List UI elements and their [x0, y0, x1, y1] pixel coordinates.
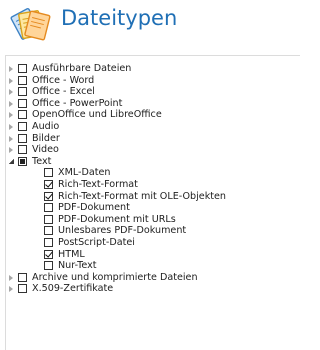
files-icon	[10, 8, 51, 41]
tree-item-label: Rich-Text-Format mit OLE-Objekten	[58, 190, 227, 202]
tree-item-pdf-unreadable[interactable]: Unlesbares PDF-Dokument	[6, 225, 296, 237]
tree-item-openoffice[interactable]: OpenOffice und LibreOffice	[6, 109, 296, 121]
collapse-arrow-icon[interactable]	[9, 158, 14, 164]
tree-item-x509[interactable]: X.509-Zertifikate	[6, 283, 296, 295]
tree-item-label: Unlesbares PDF-Dokument	[58, 225, 187, 237]
checkbox-plaintext[interactable]	[44, 261, 53, 271]
tree-item-office-word[interactable]: Office - Word	[6, 75, 296, 87]
checkbox-archives[interactable]	[18, 272, 27, 282]
tree-item-pdf[interactable]: PDF-Dokument	[6, 202, 296, 214]
page-title: Dateitypen	[61, 6, 178, 30]
checkbox-office-word[interactable]	[18, 75, 27, 85]
file-type-tree: Ausführbare Dateien Office - Word Office -…	[6, 63, 296, 295]
tree-item-label: Office - Word	[32, 74, 95, 86]
tree-item-video[interactable]: Video	[6, 144, 296, 156]
tree-item-archives[interactable]: Archive und komprimierte Dateien	[6, 272, 296, 284]
expand-arrow-icon[interactable]	[9, 123, 13, 130]
checkbox-rtf[interactable]	[44, 179, 53, 189]
checkbox-executables[interactable]	[18, 64, 27, 73]
tree-item-label: PostScript-Datei	[58, 236, 135, 248]
file-type-tree-panel: Ausführbare Dateien Office - Word Office -…	[5, 55, 300, 350]
tree-item-label: Office - Excel	[32, 86, 95, 98]
checkbox-pdf-unreadable[interactable]	[44, 226, 53, 236]
expand-arrow-icon[interactable]	[9, 66, 13, 72]
tree-item-html[interactable]: HTML	[6, 249, 296, 261]
tree-item-text[interactable]: Text	[6, 156, 296, 168]
tree-item-label: OpenOffice und LibreOffice	[32, 109, 162, 121]
expand-arrow-icon[interactable]	[9, 112, 13, 119]
tree-item-rtf-ole[interactable]: Rich-Text-Format mit OLE-Objekten	[6, 191, 296, 203]
expand-arrow-icon[interactable]	[9, 286, 13, 293]
expand-arrow-icon[interactable]	[9, 89, 13, 96]
checkbox-images[interactable]	[18, 133, 27, 143]
checkbox-xml[interactable]	[44, 168, 53, 178]
tree-item-label: Office - PowerPoint	[32, 97, 123, 109]
tree-item-label: HTML	[58, 248, 85, 260]
checkbox-x509[interactable]	[18, 284, 27, 294]
checkbox-rtf-ole[interactable]	[44, 191, 53, 201]
checkbox-text[interactable]	[18, 156, 27, 166]
checkbox-postscript[interactable]	[44, 237, 53, 247]
checkbox-pdf[interactable]	[44, 203, 53, 213]
tree-item-label: PDF-Dokument mit URLs	[58, 213, 176, 225]
tree-item-label: Ausführbare Dateien	[32, 63, 132, 74]
checkbox-openoffice[interactable]	[18, 110, 27, 120]
tree-item-label: Audio	[32, 120, 60, 132]
tree-item-office-powerpoint[interactable]: Office - PowerPoint	[6, 98, 296, 110]
tree-item-label: Bilder	[32, 132, 60, 144]
tree-item-label: X.509-Zertifikate	[32, 283, 114, 295]
checkbox-audio[interactable]	[18, 121, 27, 131]
tree-item-images[interactable]: Bilder	[6, 133, 296, 145]
checkbox-html[interactable]	[44, 249, 53, 259]
tree-item-audio[interactable]: Audio	[6, 121, 296, 133]
tree-item-label: Rich-Text-Format	[58, 178, 138, 190]
tree-item-office-excel[interactable]: Office - Excel	[6, 86, 296, 98]
tree-item-postscript[interactable]: PostScript-Datei	[6, 237, 296, 249]
checkbox-office-excel[interactable]	[18, 87, 27, 97]
expand-arrow-icon[interactable]	[9, 100, 13, 107]
expand-arrow-icon[interactable]	[9, 135, 13, 142]
tree-item-label: Text	[32, 155, 52, 167]
checkbox-office-powerpoint[interactable]	[18, 98, 27, 108]
tree-item-xml[interactable]: XML-Daten	[6, 167, 296, 179]
tree-item-plaintext[interactable]: Nur-Text	[6, 260, 296, 272]
expand-arrow-icon[interactable]	[9, 77, 13, 84]
tree-item-label: Video	[32, 144, 59, 156]
expand-arrow-icon[interactable]	[9, 147, 13, 154]
checkbox-pdf-urls[interactable]	[44, 214, 53, 224]
checkbox-video[interactable]	[18, 145, 27, 155]
tree-item-executables[interactable]: Ausführbare Dateien	[6, 63, 296, 75]
tree-item-label: PDF-Dokument	[58, 202, 130, 214]
header: Dateitypen	[0, 0, 300, 48]
expand-arrow-icon[interactable]	[9, 274, 13, 281]
tree-item-label: XML-Daten	[58, 167, 111, 179]
tree-item-rtf[interactable]: Rich-Text-Format	[6, 179, 296, 191]
tree-item-label: Archive und komprimierte Dateien	[32, 271, 198, 283]
tree-item-pdf-urls[interactable]: PDF-Dokument mit URLs	[6, 214, 296, 226]
tree-item-label: Nur-Text	[58, 260, 97, 272]
